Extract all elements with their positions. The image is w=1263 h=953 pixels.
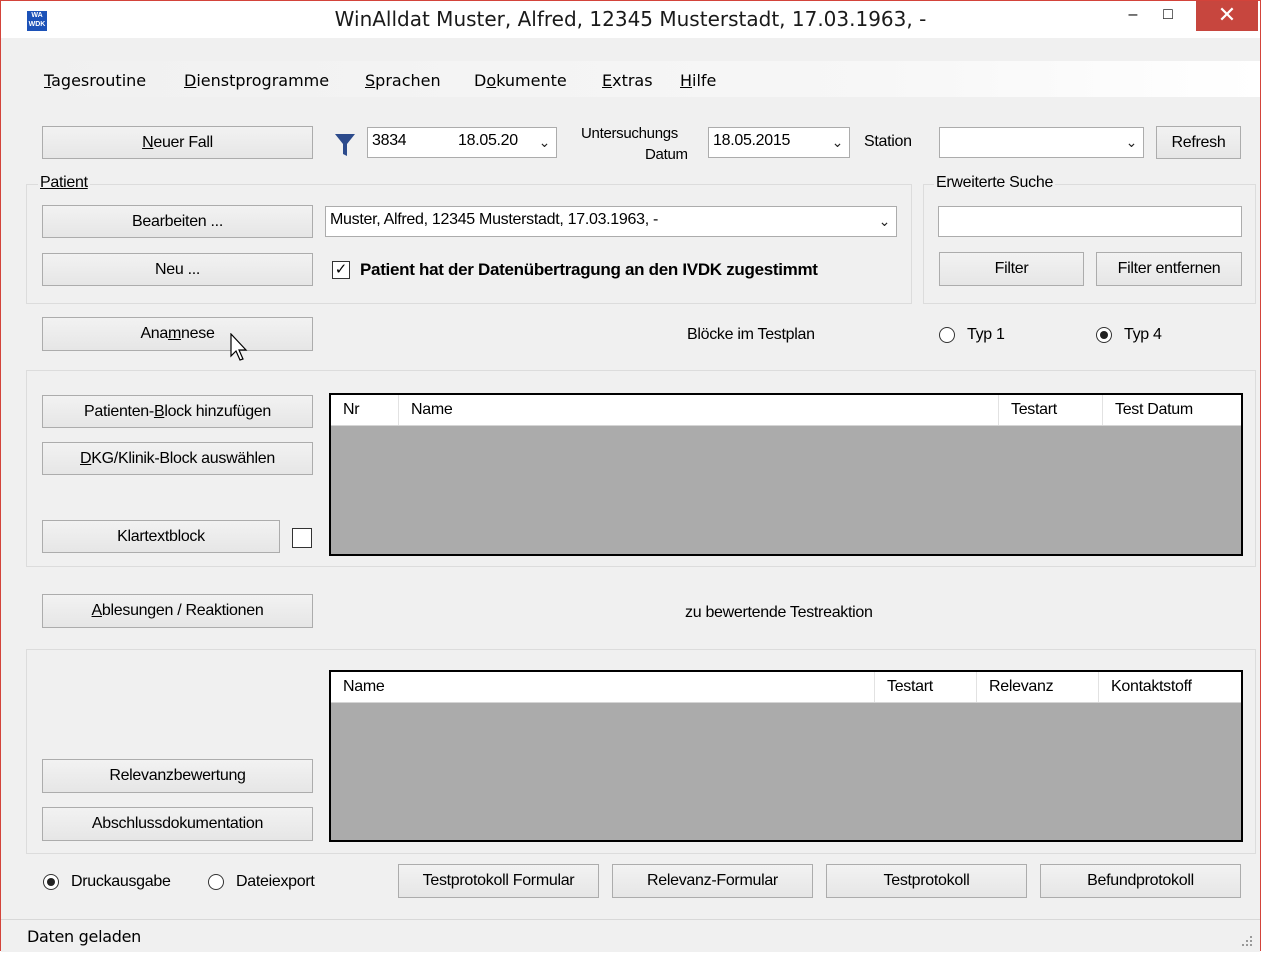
add-patient-block-button[interactable]: Patienten-Block hinzufügen	[42, 395, 313, 428]
blocks-table-header: Nr Name Testart Test Datum	[331, 395, 1241, 426]
status-bar: Daten geladen	[1, 919, 1260, 952]
station-select[interactable]: ⌄	[939, 127, 1144, 158]
search-input[interactable]	[938, 206, 1242, 237]
cleartext-block-button[interactable]: Klartextblock	[42, 520, 280, 553]
menu-dienstprogramme[interactable]: Dienstprogramme	[184, 71, 329, 90]
anamnese-button[interactable]: Anamnese	[42, 317, 313, 351]
filter-button[interactable]: Filter	[939, 252, 1084, 286]
reactions-table-header: Name Testart Relevanz Kontaktstoff	[331, 672, 1241, 703]
case-select[interactable]: 3834 18.05.20 ⌄	[367, 127, 557, 158]
filter-icon[interactable]	[334, 132, 356, 158]
column-testart[interactable]: Testart	[875, 672, 977, 702]
column-test-date[interactable]: Test Datum	[1103, 395, 1241, 425]
exam-date-label-2: Datum	[645, 146, 688, 163]
column-nr[interactable]: Nr	[331, 395, 399, 425]
test-reaction-label: zu bewertende Testreaktion	[685, 604, 873, 621]
consent-checkbox[interactable]: ✓	[332, 261, 350, 279]
exam-date-label-1: Untersuchungs	[581, 125, 678, 142]
type1-radio[interactable]	[939, 327, 955, 343]
column-name[interactable]: Name	[331, 672, 875, 702]
column-relevance[interactable]: Relevanz	[977, 672, 1099, 702]
readings-button[interactable]: Ablesungen / Reaktionen	[42, 594, 313, 628]
chevron-down-icon: ⌄	[538, 134, 551, 150]
new-case-button[interactable]: Neuer Fall	[42, 126, 313, 159]
menu-dokumente[interactable]: Dokumente	[474, 71, 567, 90]
close-button[interactable]: ✕	[1196, 1, 1258, 31]
menu-hilfe[interactable]: Hilfe	[680, 71, 716, 90]
print-label: Druckausgabe	[71, 873, 171, 890]
extended-search-label: Erweiterte Suche	[934, 174, 1056, 192]
maximize-button[interactable]: □	[1151, 1, 1185, 31]
findings-protocol-button[interactable]: Befundprotokoll	[1040, 864, 1241, 898]
final-documentation-button[interactable]: Abschlussdokumentation	[42, 807, 313, 841]
cleartext-block-checkbox[interactable]	[292, 528, 312, 548]
select-dkg-block-button[interactable]: DKG/Klinik-Block auswählen	[42, 442, 313, 475]
exam-date-picker[interactable]: 18.05.2015 ⌄	[708, 127, 850, 158]
menu-extras[interactable]: Extras	[602, 71, 653, 90]
testplan-blocks-label: Blöcke im Testplan	[687, 326, 815, 343]
column-name[interactable]: Name	[399, 395, 999, 425]
remove-filter-button[interactable]: Filter entfernen	[1096, 252, 1242, 286]
window-title: WinAlldat Muster, Alfred, 12345 Musterst…	[334, 7, 927, 31]
extended-search-group	[923, 184, 1256, 304]
column-contact-substance[interactable]: Kontaktstoff	[1099, 672, 1241, 702]
patient-group	[26, 184, 912, 304]
patient-group-label: Patient	[38, 174, 90, 192]
station-label: Station	[864, 133, 912, 150]
minimize-button[interactable]: –	[1116, 1, 1150, 31]
app-window: WA WDK WinAlldat Muster, Alfred, 12345 Mu…	[0, 0, 1261, 952]
test-protocol-button[interactable]: Testprotokoll	[826, 864, 1027, 898]
status-text: Daten geladen	[27, 927, 141, 946]
mouse-cursor-icon	[230, 333, 248, 361]
type4-label: Typ 4	[1124, 326, 1162, 343]
menu-sprachen[interactable]: Sprachen	[365, 71, 441, 90]
consent-label: Patient hat der Datenübertragung an den …	[360, 260, 818, 279]
relevance-evaluation-button[interactable]: Relevanzbewertung	[42, 759, 313, 793]
print-radio[interactable]	[43, 874, 59, 890]
blocks-table[interactable]: Nr Name Testart Test Datum	[329, 393, 1243, 556]
type4-radio[interactable]	[1096, 327, 1112, 343]
chevron-down-icon: ⌄	[878, 213, 891, 229]
export-label: Dateiexport	[236, 873, 315, 890]
patient-select[interactable]: Muster, Alfred, 12345 Musterstadt, 17.03…	[325, 206, 897, 237]
chevron-down-icon: ⌄	[831, 134, 844, 150]
resize-grip-icon[interactable]	[1240, 934, 1254, 948]
new-patient-button[interactable]: Neu ...	[42, 253, 313, 286]
menu-tagesroutine[interactable]: Tagesroutine	[44, 71, 146, 90]
export-radio[interactable]	[208, 874, 224, 890]
reactions-table[interactable]: Name Testart Relevanz Kontaktstoff	[329, 670, 1243, 842]
edit-patient-button[interactable]: Bearbeiten ...	[42, 205, 313, 238]
chevron-down-icon: ⌄	[1125, 134, 1138, 150]
menu-bar: Tagesroutine Dienstprogramme Sprachen Do…	[1, 61, 1260, 97]
test-protocol-form-button[interactable]: Testprotokoll Formular	[398, 864, 599, 898]
refresh-button[interactable]: Refresh	[1156, 126, 1241, 159]
column-testart[interactable]: Testart	[999, 395, 1103, 425]
relevance-form-button[interactable]: Relevanz-Formular	[612, 864, 813, 898]
title-bar[interactable]: WA WDK WinAlldat Muster, Alfred, 12345 Mu…	[1, 1, 1260, 38]
type1-label: Typ 1	[967, 326, 1005, 343]
